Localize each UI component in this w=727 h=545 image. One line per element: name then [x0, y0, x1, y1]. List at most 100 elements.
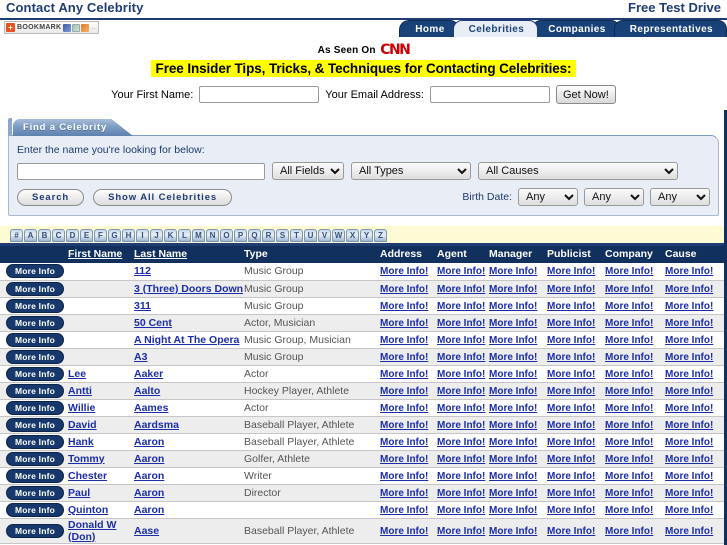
first-name-link[interactable]: Donald W (Don) [68, 519, 116, 543]
address-more-info-link[interactable]: More Info! [380, 526, 428, 537]
free-test-drive-link[interactable]: Free Test Drive [628, 0, 721, 16]
first-name-link[interactable]: Quinton [68, 504, 108, 516]
manager-more-info-link[interactable]: More Info! [489, 266, 537, 277]
agent-more-info-link[interactable]: More Info! [437, 505, 485, 516]
first-name-link[interactable]: Willie [68, 402, 95, 414]
last-name-link[interactable]: Aaron [134, 436, 164, 448]
more-info-button[interactable]: More Info [6, 332, 65, 347]
manager-more-info-link[interactable]: More Info! [489, 369, 537, 380]
types-select[interactable]: All Types [351, 162, 471, 180]
publicist-more-info-link[interactable]: More Info! [547, 526, 595, 537]
more-info-button[interactable]: More Info [6, 485, 65, 500]
more-info-button[interactable]: More Info [6, 349, 65, 364]
address-more-info-link[interactable]: More Info! [380, 471, 428, 482]
alpha-filter-q[interactable]: Q [248, 229, 261, 242]
company-more-info-link[interactable]: More Info! [605, 369, 653, 380]
last-name-link[interactable]: Aaron [134, 504, 164, 516]
company-more-info-link[interactable]: More Info! [605, 284, 653, 295]
bookmark-widget[interactable]: + BOOKMARK .. [4, 21, 100, 34]
causes-select[interactable]: All Causes [478, 162, 678, 180]
last-name-link[interactable]: A3 [134, 351, 147, 363]
bookmark-more-icon[interactable]: .. [91, 24, 95, 31]
nav-tab-home[interactable]: Home [399, 20, 459, 37]
first-name-link[interactable]: Tommy [68, 453, 105, 465]
last-name-link[interactable]: Aaron [134, 487, 164, 499]
alpha-filter-b[interactable]: B [38, 229, 51, 242]
publicist-more-info-link[interactable]: More Info! [547, 386, 595, 397]
publicist-more-info-link[interactable]: More Info! [547, 505, 595, 516]
alpha-filter-p[interactable]: P [234, 229, 247, 242]
alpha-filter-l[interactable]: L [178, 229, 191, 242]
address-more-info-link[interactable]: More Info! [380, 454, 428, 465]
manager-more-info-link[interactable]: More Info! [489, 318, 537, 329]
manager-more-info-link[interactable]: More Info! [489, 471, 537, 482]
agent-more-info-link[interactable]: More Info! [437, 488, 485, 499]
publicist-more-info-link[interactable]: More Info! [547, 420, 595, 431]
publicist-more-info-link[interactable]: More Info! [547, 454, 595, 465]
agent-more-info-link[interactable]: More Info! [437, 420, 485, 431]
first-name-link[interactable]: Lee [68, 368, 86, 380]
last-name-link[interactable]: 50 Cent [134, 317, 172, 329]
fields-select[interactable]: All Fields [272, 162, 344, 180]
cause-more-info-link[interactable]: More Info! [665, 526, 713, 537]
company-more-info-link[interactable]: More Info! [605, 526, 653, 537]
manager-more-info-link[interactable]: More Info! [489, 488, 537, 499]
more-info-button[interactable]: More Info [6, 502, 65, 517]
company-more-info-link[interactable]: More Info! [605, 471, 653, 482]
alpha-filter-t[interactable]: T [290, 229, 303, 242]
first-name-link[interactable]: Hank [68, 436, 94, 448]
company-more-info-link[interactable]: More Info! [605, 266, 653, 277]
alpha-filter-s[interactable]: S [276, 229, 289, 242]
share-generic-icon[interactable] [72, 23, 81, 32]
manager-more-info-link[interactable]: More Info! [489, 437, 537, 448]
more-info-button[interactable]: More Info [6, 366, 65, 381]
publicist-more-info-link[interactable]: More Info! [547, 369, 595, 380]
alpha-filter-g[interactable]: G [108, 229, 121, 242]
publicist-more-info-link[interactable]: More Info! [547, 352, 595, 363]
company-more-info-link[interactable]: More Info! [605, 454, 653, 465]
company-more-info-link[interactable]: More Info! [605, 488, 653, 499]
cause-more-info-link[interactable]: More Info! [665, 266, 713, 277]
birth-day-select[interactable]: Any [584, 188, 644, 206]
manager-more-info-link[interactable]: More Info! [489, 526, 537, 537]
alpha-filter-j[interactable]: J [150, 229, 163, 242]
company-more-info-link[interactable]: More Info! [605, 301, 653, 312]
cause-more-info-link[interactable]: More Info! [665, 386, 713, 397]
more-info-button[interactable]: More Info [6, 417, 65, 432]
publicist-more-info-link[interactable]: More Info! [547, 437, 595, 448]
cause-more-info-link[interactable]: More Info! [665, 369, 713, 380]
nav-tab-celebrities[interactable]: Celebrities [452, 20, 539, 37]
alpha-filter-w[interactable]: W [332, 229, 345, 242]
more-info-button[interactable]: More Info [6, 468, 65, 483]
manager-more-info-link[interactable]: More Info! [489, 420, 537, 431]
last-name-link[interactable]: Aalto [134, 385, 160, 397]
alpha-filter-e[interactable]: E [80, 229, 93, 242]
agent-more-info-link[interactable]: More Info! [437, 352, 485, 363]
address-more-info-link[interactable]: More Info! [380, 318, 428, 329]
manager-more-info-link[interactable]: More Info! [489, 505, 537, 516]
alpha-filter-r[interactable]: R [262, 229, 275, 242]
alpha-filter-m[interactable]: M [192, 229, 205, 242]
last-name-link[interactable]: Aaker [134, 368, 163, 380]
get-now-button[interactable]: Get Now! [555, 85, 616, 104]
address-more-info-link[interactable]: More Info! [380, 437, 428, 448]
company-more-info-link[interactable]: More Info! [605, 403, 653, 414]
search-button[interactable]: Search [17, 188, 85, 206]
agent-more-info-link[interactable]: More Info! [437, 266, 485, 277]
address-more-info-link[interactable]: More Info! [380, 284, 428, 295]
publicist-more-info-link[interactable]: More Info! [547, 318, 595, 329]
address-more-info-link[interactable]: More Info! [380, 420, 428, 431]
alpha-filter-u[interactable]: U [304, 229, 317, 242]
more-info-button[interactable]: More Info [6, 523, 65, 538]
cause-more-info-link[interactable]: More Info! [665, 318, 713, 329]
last-name-link[interactable]: Aardsma [134, 419, 179, 431]
nav-tab-representatives[interactable]: Representatives [613, 20, 727, 37]
alpha-filter-a[interactable]: A [24, 229, 37, 242]
address-more-info-link[interactable]: More Info! [380, 352, 428, 363]
cause-more-info-link[interactable]: More Info! [665, 454, 713, 465]
first-name-link[interactable]: Antti [68, 385, 92, 397]
company-more-info-link[interactable]: More Info! [605, 386, 653, 397]
cause-more-info-link[interactable]: More Info! [665, 420, 713, 431]
panel-tab-find-a-celebrity[interactable]: Find a Celebrity [13, 119, 133, 136]
col-last-name[interactable]: Last Name [134, 246, 244, 263]
